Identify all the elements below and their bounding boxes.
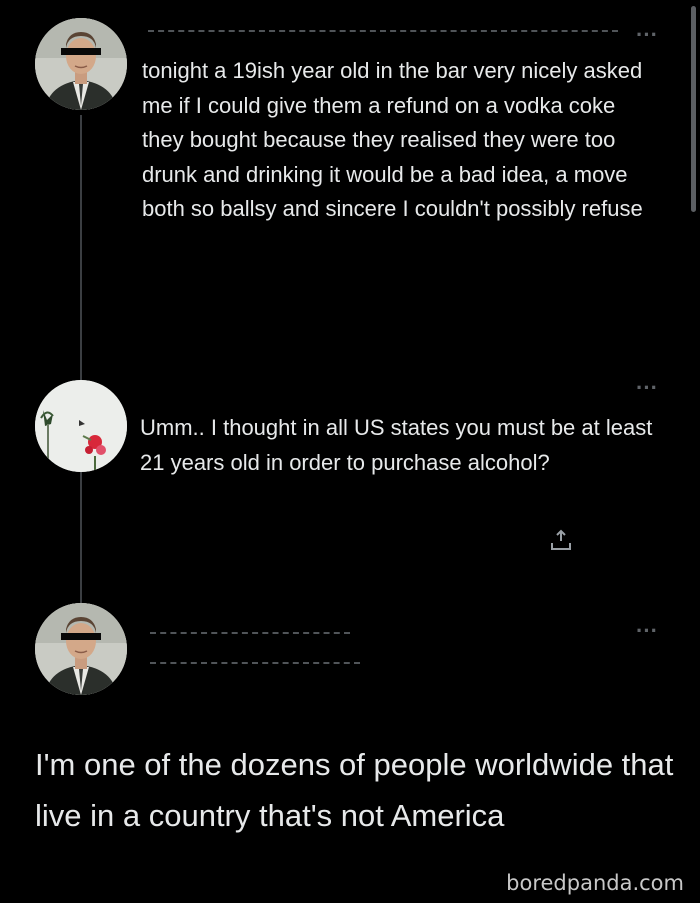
tweet-text: tonight a 19ish year old in the bar very… xyxy=(142,58,649,221)
more-options-icon[interactable]: ··· xyxy=(636,620,658,642)
watermark: boredpanda.com xyxy=(506,871,684,895)
username-blurred xyxy=(150,660,360,664)
reply-text: Umm.. I thought in all US states you mus… xyxy=(140,415,653,475)
thread-connector-line xyxy=(80,115,82,605)
username-blurred xyxy=(148,28,618,32)
more-options-icon[interactable]: ··· xyxy=(636,377,658,399)
avatar[interactable] xyxy=(35,603,127,695)
share-icon[interactable] xyxy=(548,527,574,553)
display-name-blurred xyxy=(150,630,350,634)
avatar[interactable] xyxy=(35,18,127,110)
more-options-icon[interactable]: ··· xyxy=(636,24,658,46)
tweet-text: I'm one of the dozens of people worldwid… xyxy=(35,747,674,833)
avatar[interactable] xyxy=(35,380,127,472)
scrollbar[interactable] xyxy=(691,6,696,212)
masked-man-avatar-icon xyxy=(35,603,127,695)
masked-man-avatar-icon xyxy=(35,18,127,110)
flower-avatar-icon xyxy=(35,380,127,472)
